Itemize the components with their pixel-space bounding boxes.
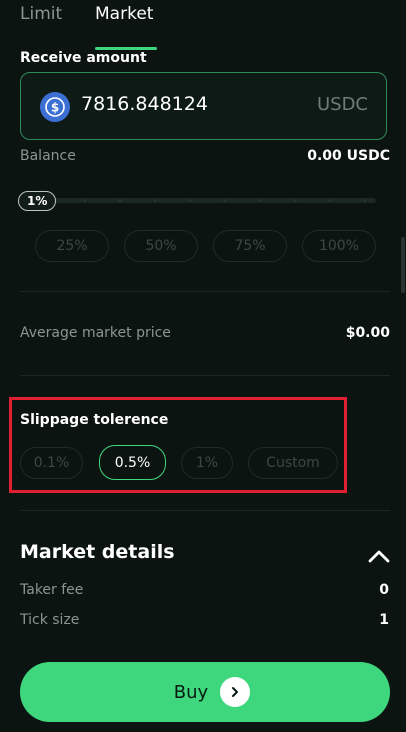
divider — [20, 291, 390, 292]
taker-fee-value: 0 — [379, 582, 389, 598]
receive-amount-field[interactable]: $ 7816.848124 USDC — [20, 72, 387, 140]
amount-slider-track[interactable] — [20, 198, 376, 203]
scrollbar-thumb[interactable] — [401, 237, 405, 293]
receive-amount-value: 7816.848124 — [81, 93, 208, 115]
svg-text:$: $ — [51, 101, 59, 115]
highlight-box — [9, 397, 347, 493]
receive-amount-label: Receive amount — [20, 50, 147, 66]
divider — [20, 375, 390, 376]
receive-amount-unit: USDC — [316, 94, 368, 115]
taker-fee-label: Taker fee — [20, 582, 84, 598]
preset-25-button[interactable]: 25% — [35, 230, 109, 262]
preset-100-button[interactable]: 100% — [302, 230, 376, 262]
divider — [20, 510, 390, 511]
buy-button-label: Buy — [173, 681, 209, 703]
market-details-title: Market details — [20, 541, 175, 563]
usdc-coin-icon: $ — [40, 92, 70, 122]
tick-size-value: 1 — [379, 612, 389, 628]
tab-market[interactable]: Market — [95, 4, 153, 24]
chevron-right-icon — [220, 677, 251, 707]
preset-50-button[interactable]: 50% — [124, 230, 198, 262]
balance-value: 0.00 USDC — [307, 148, 390, 164]
average-price-label: Average market price — [20, 325, 171, 341]
slider-handle[interactable]: 1% — [18, 191, 57, 211]
buy-button[interactable]: Buy — [20, 662, 390, 722]
tick-size-label: Tick size — [20, 612, 80, 628]
chevron-up-icon[interactable] — [368, 548, 390, 567]
preset-75-button[interactable]: 75% — [213, 230, 287, 262]
tab-limit[interactable]: Limit — [20, 4, 62, 24]
average-price-value: $0.00 — [345, 325, 390, 341]
balance-label: Balance — [20, 148, 76, 164]
